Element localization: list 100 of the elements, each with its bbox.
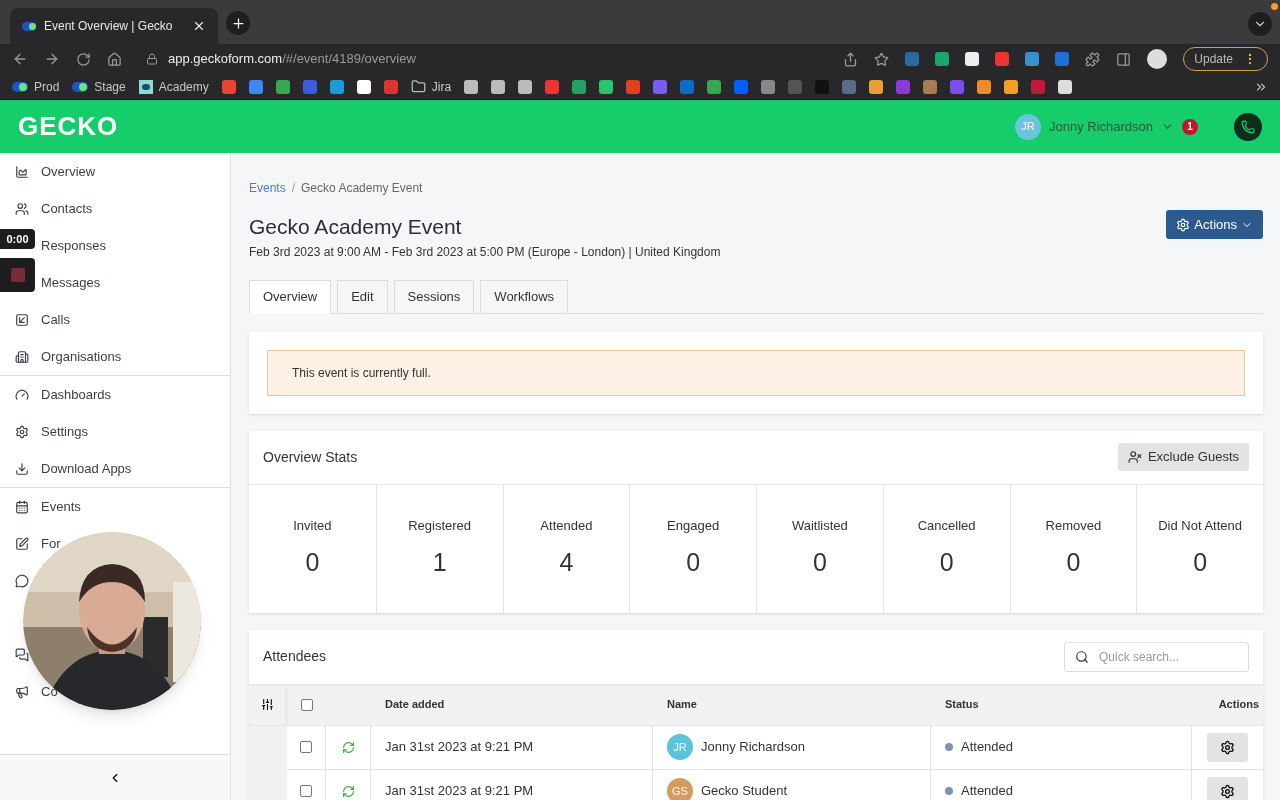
bookmark-icon[interactable]: [464, 79, 479, 94]
stat-label: Did Not Attend: [1158, 517, 1243, 535]
share-icon[interactable]: [843, 51, 859, 67]
chart-icon: [15, 164, 29, 179]
close-icon[interactable]: [192, 19, 206, 33]
event-title: Gecko Academy Event: [249, 214, 463, 240]
sidebar-item[interactable]: Contacts: [15, 198, 93, 219]
table-cell: Jan 31st 2023 at 9:21 PM: [371, 725, 653, 770]
calendar-icon: [15, 499, 29, 514]
stat-label: Removed: [1045, 517, 1102, 535]
sidebar-item[interactable]: Responses: [41, 235, 107, 256]
bookmark-icon[interactable]: [518, 79, 533, 94]
phone-button[interactable]: [1234, 112, 1262, 141]
stat-value: 0: [305, 546, 320, 578]
side-panel-icon[interactable]: [1116, 51, 1132, 67]
column-header: Name: [653, 683, 931, 726]
user-avatar: JR: [1014, 113, 1041, 140]
sidebar-item[interactable]: Dashboards: [15, 384, 112, 405]
profile-avatar[interactable]: [1147, 49, 1168, 69]
bookmark-icon[interactable]: [599, 79, 614, 94]
folder-icon: [410, 79, 426, 94]
download-icon: [15, 461, 29, 476]
pencil-square-icon: [15, 536, 29, 551]
bookmark-star-icon[interactable]: [874, 51, 890, 67]
breadcrumb-link[interactable]: Events: [249, 179, 286, 197]
stat-label: Cancelled: [917, 517, 976, 535]
settings-icon: [15, 424, 29, 439]
chat-bubbles-icon: [15, 647, 29, 662]
bookmark[interactable]: Academy: [138, 77, 209, 96]
stat-value: 0: [1193, 546, 1208, 578]
stat-value: 0: [686, 546, 701, 578]
new-tab-button[interactable]: [226, 11, 250, 35]
sidebar-item[interactable]: Events: [15, 496, 81, 517]
stat-value: 0: [939, 546, 954, 578]
address-bar[interactable]: app.geckoform.com/#/event/4189/overview: [168, 49, 416, 69]
bookmark[interactable]: Jira: [410, 77, 452, 96]
stat-value: 4: [559, 546, 574, 578]
breadcrumb-current: Gecko Academy Event: [301, 180, 423, 197]
stat-label: Engaged: [667, 517, 720, 535]
sidebar-item[interactable]: Download Apps: [15, 458, 132, 479]
sidebar-item[interactable]: For: [15, 533, 61, 554]
column-header: Status: [931, 683, 1192, 726]
row-actions-button[interactable]: [1207, 776, 1248, 800]
card-title: Attendees: [263, 647, 327, 666]
checkbox[interactable]: [300, 741, 312, 753]
sidebar-item[interactable]: Co: [15, 681, 58, 702]
chat-bubble-icon: [15, 573, 29, 588]
toggle-icon: [22, 21, 36, 31]
sidebar-item[interactable]: Organisations: [15, 346, 122, 367]
tab[interactable]: Edit: [337, 279, 388, 313]
tab[interactable]: Overview: [249, 279, 332, 314]
attendee-name: Gecko Student: [701, 782, 787, 800]
breadcrumb-separator: /: [291, 180, 296, 197]
plus-icon: [230, 15, 246, 31]
tab[interactable]: Workflows: [480, 279, 569, 313]
building-icon: [15, 349, 29, 364]
people-icon: [15, 201, 29, 216]
bookmark[interactable]: Stage: [72, 77, 126, 96]
sidebar-item[interactable]: Calls: [15, 309, 70, 330]
column-header: Date added: [371, 683, 653, 726]
megaphone-icon: [15, 684, 29, 699]
tab-search-button[interactable]: [1248, 12, 1272, 36]
sidebar-item[interactable]: Overview: [15, 161, 96, 182]
notification-badge[interactable]: 1: [1182, 118, 1198, 135]
bookmark-icon[interactable]: [977, 79, 992, 94]
column-header[interactable]: [249, 683, 287, 726]
bookmark-icon[interactable]: [356, 79, 371, 94]
bookmark-icon[interactable]: [491, 79, 506, 94]
card-title: Overview Stats: [263, 447, 358, 467]
forward-icon[interactable]: [44, 51, 60, 67]
checkbox[interactable]: [300, 785, 312, 797]
avatar: JR: [667, 734, 693, 760]
bookmark[interactable]: Prod: [12, 77, 60, 96]
bookmark-icon[interactable]: [869, 79, 884, 94]
home-icon[interactable]: [107, 51, 122, 67]
bookmark-icon[interactable]: [965, 52, 980, 66]
row-actions-button[interactable]: [1207, 732, 1248, 762]
checkbox[interactable]: [300, 698, 313, 711]
bookmark-icon[interactable]: [1058, 79, 1073, 94]
tab-title: Event Overview | Gecko: [44, 18, 174, 35]
sidebar-item[interactable]: Settings: [15, 421, 88, 442]
exclude-guests-button[interactable]: Exclude Guests: [1117, 443, 1249, 471]
toggle-icon: [72, 81, 89, 92]
user-name[interactable]: Jonny Richardson: [1048, 116, 1153, 137]
stat-label: Invited: [293, 517, 332, 535]
extensions-icon[interactable]: [1085, 51, 1101, 67]
sidebar-item[interactable]: [15, 647, 29, 662]
back-icon[interactable]: [12, 51, 28, 67]
sliders-icon[interactable]: [261, 698, 274, 711]
sidebar-item[interactable]: Messages: [41, 272, 101, 293]
actions-button[interactable]: Actions: [1166, 210, 1263, 239]
browser-tab[interactable]: Event Overview | Gecko: [10, 8, 218, 44]
bookmark-icon[interactable]: [1004, 79, 1019, 94]
tab[interactable]: Sessions: [393, 279, 475, 313]
user-cross-icon: [1127, 450, 1142, 464]
reload-icon[interactable]: [76, 51, 91, 67]
gear-icon: [1220, 739, 1235, 755]
search-field[interactable]: Quick search...: [1064, 641, 1249, 672]
stat-label: Attended: [540, 517, 593, 535]
sidebar-item[interactable]: [15, 573, 29, 588]
